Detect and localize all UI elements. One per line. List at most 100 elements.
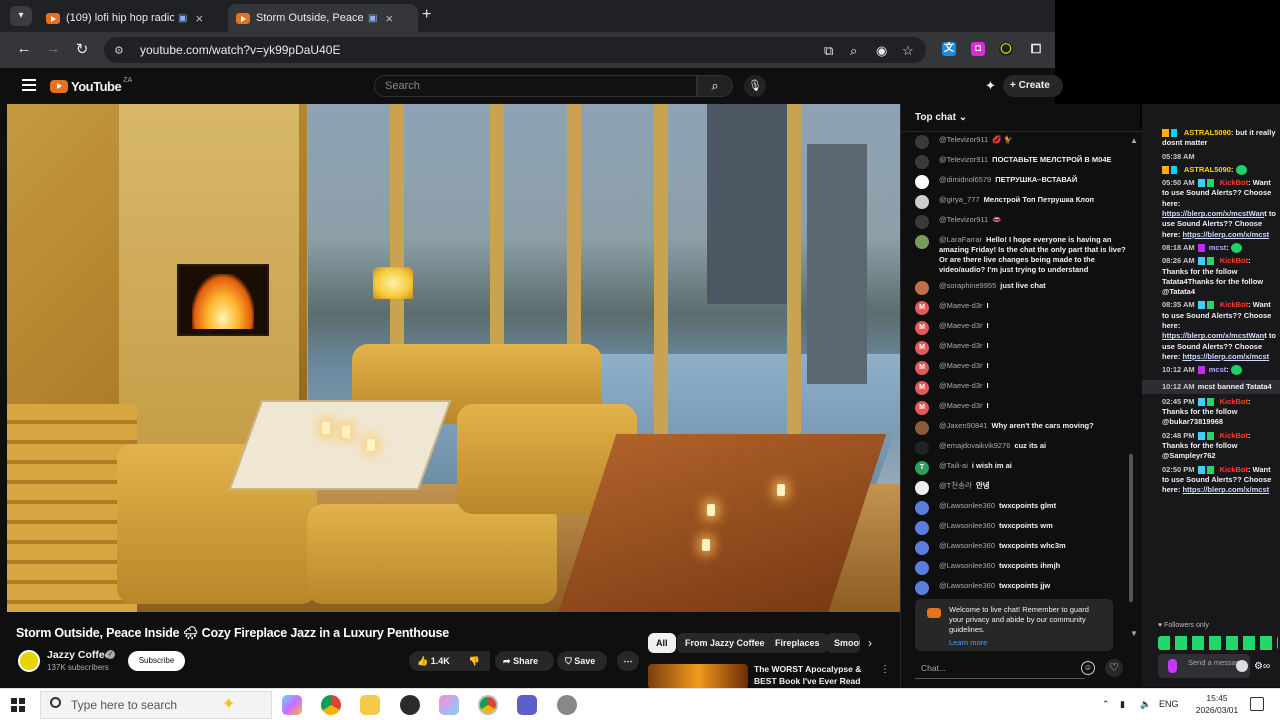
- channel-name[interactable]: Jazzy Coffee: [47, 649, 111, 661]
- tab-search-button[interactable]: ▾: [10, 6, 32, 26]
- chat-message[interactable]: @LaraFarrar Hello! I hope everyone is hav…: [901, 232, 1133, 278]
- chat-author[interactable]: @girya_777: [939, 195, 980, 204]
- chat-avatar[interactable]: [915, 441, 929, 455]
- chat-author[interactable]: @Lawsonlee360: [939, 521, 995, 530]
- forward-icon[interactable]: →: [43, 40, 63, 57]
- chat-message[interactable]: @soraphine9955 just live chat: [901, 278, 1133, 298]
- emoji-icon[interactable]: ☺: [1081, 661, 1095, 675]
- copilot-app-icon[interactable]: [282, 695, 302, 715]
- address-bar[interactable]: ⚙ youtube.com/watch?v=yk99pDaU40E ⧉ ⌕ ◉ …: [104, 37, 926, 63]
- chat-author[interactable]: @Televizor911: [939, 155, 988, 164]
- tab-storm-outside[interactable]: Storm Outside, Peace Inside ▣ ×: [228, 4, 418, 32]
- menu-icon[interactable]: [22, 79, 36, 94]
- chat-avatar[interactable]: [915, 195, 929, 209]
- side-chat-message[interactable]: 08:26 AM KickBot: Thanks for the follow …: [1142, 255, 1280, 299]
- chat-header[interactable]: Top chat ⌄: [901, 104, 1141, 132]
- extensions-puzzle-icon[interactable]: ⧠: [1029, 42, 1043, 56]
- chat-author[interactable]: @soraphine9955: [939, 281, 996, 290]
- side-chat-message[interactable]: 05:50 AM KickBot: Want to use Sound Aler…: [1142, 177, 1280, 242]
- recommendation-title[interactable]: The WORST Apocalypse & BEST Book I've Ev…: [754, 663, 884, 687]
- chat-author[interactable]: @Maeve-d3r: [939, 361, 982, 370]
- username[interactable]: KickBot: [1220, 256, 1248, 265]
- video-player[interactable]: [7, 104, 900, 612]
- snipping-tool-icon[interactable]: [439, 695, 459, 715]
- side-chat-message[interactable]: 02:45 PM KickBot: Thanks for the follow …: [1142, 396, 1280, 430]
- chat-message[interactable]: @emajdovaikvik9276 cuz its ai: [901, 438, 1133, 458]
- side-chat-messages[interactable]: ASTRAL5090: but it really dosnt matter 0…: [1142, 127, 1280, 627]
- side-chat-message[interactable]: 10:12 AM mcst banned Tatata4: [1142, 379, 1280, 394]
- chat-avatar[interactable]: [915, 421, 929, 435]
- channel-avatar[interactable]: [18, 650, 40, 672]
- bookmark-star-icon[interactable]: ☆: [902, 43, 914, 59]
- chrome-profile-icon[interactable]: [478, 695, 498, 715]
- chat-message[interactable]: M @Maeve-d3r I: [901, 298, 1133, 318]
- chat-message[interactable]: @Lawsonlee360 twxcpoints glmt: [901, 498, 1133, 518]
- scroll-down-icon[interactable]: ▼: [1130, 629, 1138, 638]
- subscribe-button[interactable]: Subscribe: [128, 651, 185, 671]
- more-vert-icon[interactable]: ⋮: [880, 664, 890, 675]
- chat-avatar[interactable]: [915, 561, 929, 575]
- close-icon[interactable]: ×: [385, 11, 393, 26]
- chat-author[interactable]: @Jaxen90841: [939, 421, 987, 430]
- chat-avatar[interactable]: [915, 481, 929, 495]
- chat-tools-icon[interactable]: ⚙∞: [1254, 661, 1270, 672]
- app-icon[interactable]: [557, 695, 577, 715]
- clock[interactable]: 15:45 2026/03/01: [1191, 692, 1243, 716]
- chat-avatar[interactable]: [915, 175, 929, 189]
- username[interactable]: KickBot: [1220, 300, 1248, 309]
- youtube-logo[interactable]: YouTube ZA: [50, 77, 132, 94]
- zoom-icon[interactable]: ⌕: [850, 43, 857, 59]
- link[interactable]: https://blerp.com/x/mcst: [1182, 230, 1269, 239]
- back-icon[interactable]: ←: [14, 40, 34, 57]
- chat-message[interactable]: M @Maeve-d3r I: [901, 358, 1133, 378]
- tracking-icon[interactable]: ◉: [876, 43, 887, 59]
- site-info-icon[interactable]: ⚙: [114, 44, 128, 57]
- chat-avatar[interactable]: [915, 281, 929, 295]
- new-tab-button[interactable]: +: [422, 6, 431, 24]
- obs-app-icon[interactable]: [400, 695, 420, 715]
- chat-avatar[interactable]: [915, 215, 929, 229]
- chat-author[interactable]: @Lawsonlee360: [939, 541, 995, 550]
- learn-more-link[interactable]: Learn more: [949, 638, 1105, 648]
- volume-icon[interactable]: 🔈: [1140, 699, 1151, 710]
- share-button[interactable]: ➦ Share: [495, 651, 554, 671]
- chat-avatar[interactable]: [915, 235, 929, 249]
- chat-avatar[interactable]: M: [915, 401, 929, 415]
- chip-all[interactable]: All: [648, 633, 676, 653]
- chat-avatar[interactable]: M: [915, 381, 929, 395]
- tab-lofi[interactable]: (109) lofi hip hop radio ▣ ×: [38, 4, 228, 32]
- chat-message[interactable]: @Lawsonlee360 twxcpoints ihmjh: [901, 558, 1133, 578]
- cast-icon[interactable]: ▣: [368, 13, 377, 24]
- link[interactable]: https://blerp.com/x/mcst: [1182, 485, 1269, 494]
- microphone-icon[interactable]: 🎙: [744, 75, 766, 97]
- chat-avatar[interactable]: [915, 501, 929, 515]
- username[interactable]: KickBot: [1220, 465, 1248, 474]
- chat-author[interactable]: @Maeve-d3r: [939, 381, 982, 390]
- link[interactable]: https://blerp.com/x/mcst: [1182, 352, 1269, 361]
- file-explorer-icon[interactable]: [360, 695, 380, 715]
- dislike-button[interactable]: 👎: [459, 651, 490, 671]
- chat-message[interactable]: M @Maeve-d3r I: [901, 318, 1133, 338]
- send-icon[interactable]: [1236, 660, 1248, 672]
- install-icon[interactable]: ⧉: [824, 43, 833, 59]
- extension-camera-icon[interactable]: ◘: [971, 42, 985, 56]
- chat-avatar[interactable]: M: [915, 361, 929, 375]
- username[interactable]: mcst: [1209, 243, 1227, 252]
- username[interactable]: KickBot: [1220, 431, 1248, 440]
- teams-app-icon[interactable]: [517, 695, 537, 715]
- chat-message[interactable]: @Lawsonlee360 twxcpoints whc3m: [901, 538, 1133, 558]
- chat-avatar[interactable]: [915, 155, 929, 169]
- notification-icon[interactable]: [1250, 697, 1264, 711]
- more-actions-icon[interactable]: ⋯: [617, 651, 639, 671]
- windows-start-icon[interactable]: [11, 698, 25, 712]
- chevron-up-icon[interactable]: ⌃: [1102, 699, 1110, 710]
- chat-message[interactable]: @dimidnol6579 ПЕТРУШКА–ВСТАВАЙ: [901, 172, 1133, 192]
- chip-from-channel[interactable]: From Jazzy Coffee: [677, 633, 773, 653]
- chat-message[interactable]: M @Maeve-d3r I: [901, 398, 1133, 418]
- chat-author[interactable]: @Televizor911: [939, 135, 988, 144]
- language-indicator[interactable]: ENG: [1159, 699, 1179, 709]
- chrome-app-icon[interactable]: [321, 695, 341, 715]
- chip-fireplaces[interactable]: Fireplaces: [767, 633, 828, 653]
- chat-message[interactable]: @Lawsonlee360 twxcpoints wm: [901, 518, 1133, 538]
- username[interactable]: ASTRAL5090: [1184, 165, 1231, 174]
